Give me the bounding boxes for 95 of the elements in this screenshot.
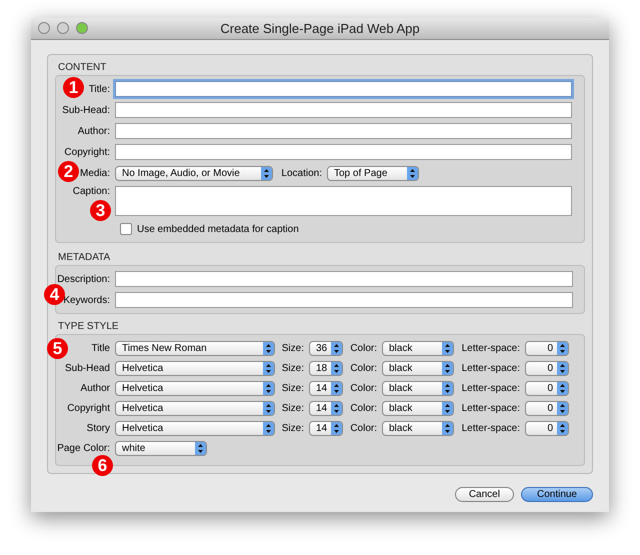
dropdown-arrows-icon	[331, 342, 342, 354]
text-field[interactable]	[115, 102, 572, 118]
media-dropdown[interactable]: No Image, Audio, or Movie	[115, 166, 273, 180]
letter-space-label: Letter-space:	[462, 402, 520, 414]
color-dropdown[interactable]: black	[382, 400, 454, 416]
style-label: Story	[86, 422, 110, 434]
dropdown-arrows-icon	[263, 342, 274, 354]
text-field[interactable]	[115, 123, 572, 139]
style-label: Copyright	[67, 402, 110, 414]
letter-space-label: Letter-space:	[462, 422, 520, 434]
dropdown-arrows-icon	[263, 382, 274, 394]
color-dropdown[interactable]: black	[382, 340, 454, 356]
field-label: Sub-Head:	[62, 104, 110, 116]
dropdown-arrows-icon	[442, 382, 453, 394]
size-stepper[interactable]: 14	[309, 400, 343, 416]
section-heading: CONTENT	[57, 61, 108, 75]
letter-space-label: Letter-space:	[462, 362, 520, 374]
field-label: Page Color:	[57, 442, 110, 454]
dropdown-arrows-icon	[557, 342, 568, 354]
style-label: Sub-Head	[64, 362, 110, 374]
field-label: Author:	[78, 126, 110, 136]
dropdown-arrows-icon	[331, 382, 342, 394]
letter-space-label: Letter-space:	[462, 382, 520, 394]
close-button[interactable]	[38, 22, 50, 34]
dropdown-arrows-icon	[331, 402, 342, 414]
size-label: Size:	[282, 382, 304, 394]
color-dropdown[interactable]: black	[382, 360, 454, 376]
dropdown-arrows-icon	[557, 362, 568, 374]
dropdown-arrows-icon	[263, 422, 274, 434]
field-label: Copyright:	[64, 146, 110, 158]
field-label: Caption:	[72, 186, 110, 197]
font-dropdown[interactable]: Helvetica	[115, 380, 275, 396]
text-field[interactable]	[115, 271, 573, 287]
size-label: Size:	[282, 402, 304, 414]
font-dropdown[interactable]: Helvetica	[115, 400, 275, 416]
color-label: Color:	[350, 382, 377, 394]
field-label: Title:	[88, 84, 110, 94]
dropdown-arrows-icon	[442, 362, 453, 374]
dropdown-arrows-icon	[331, 362, 342, 374]
letter-space-stepper[interactable]: 0	[525, 360, 569, 376]
font-dropdown[interactable]: Helvetica	[115, 360, 275, 376]
color-dropdown[interactable]: black	[382, 380, 454, 396]
location-dropdown[interactable]: Top of Page	[327, 166, 419, 180]
color-dropdown[interactable]: black	[382, 420, 454, 436]
field-label: Media:	[80, 168, 110, 178]
field-label: Keywords:	[63, 294, 110, 306]
checkbox[interactable]	[120, 223, 132, 235]
zoom-button[interactable]	[76, 22, 88, 34]
style-label: Author	[80, 382, 110, 394]
dropdown-arrows-icon	[557, 422, 568, 434]
checkbox-label: Use embedded metadata for caption	[137, 224, 299, 234]
letter-space-stepper[interactable]: 0	[525, 340, 569, 356]
text-field[interactable]	[115, 144, 572, 160]
dropdown-arrows-icon	[331, 422, 342, 434]
letter-space-stepper[interactable]: 0	[525, 420, 569, 436]
style-label: Title	[91, 342, 110, 354]
dropdown-arrows-icon	[557, 382, 568, 394]
letter-space-stepper[interactable]: 0	[525, 400, 569, 416]
dropdown-arrows-icon	[442, 342, 453, 354]
dropdown-arrows-icon	[442, 422, 453, 434]
size-label: Size:	[282, 362, 304, 374]
text-field[interactable]	[115, 292, 573, 308]
font-dropdown[interactable]: Times New Roman	[115, 340, 275, 356]
size-stepper[interactable]: 18	[309, 360, 343, 376]
size-label: Size:	[282, 342, 304, 354]
field-label: Description:	[57, 274, 110, 284]
letter-space-label: Letter-space:	[462, 342, 520, 354]
color-label: Color:	[350, 402, 377, 414]
text-field[interactable]	[115, 81, 572, 97]
cancel-button[interactable]: Cancel	[454, 487, 514, 502]
caption-field[interactable]	[115, 186, 572, 216]
window-title: Create Single-Page iPad Web App	[220, 21, 420, 36]
size-label: Size:	[282, 422, 304, 434]
minimize-button[interactable]	[57, 22, 69, 34]
continue-button[interactable]: Continue	[520, 487, 593, 502]
section-heading: TYPE STYLE	[57, 320, 120, 334]
size-stepper[interactable]: 36	[309, 340, 343, 356]
page-color-dropdown[interactable]: white	[115, 440, 207, 456]
dropdown-arrows-icon	[261, 166, 272, 180]
size-stepper[interactable]: 14	[309, 380, 343, 396]
dropdown-arrows-icon	[407, 166, 418, 180]
dropdown-arrows-icon	[442, 402, 453, 414]
letter-space-stepper[interactable]: 0	[525, 380, 569, 396]
font-dropdown[interactable]: Helvetica	[115, 420, 275, 436]
color-label: Color:	[350, 362, 377, 374]
field-label: Location:	[281, 168, 322, 178]
color-label: Color:	[350, 422, 377, 434]
section-heading: METADATA	[57, 251, 112, 265]
dropdown-arrows-icon	[263, 402, 274, 414]
dropdown-arrows-icon	[263, 362, 274, 374]
dropdown-arrows-icon	[557, 402, 568, 414]
dropdown-arrows-icon	[195, 442, 206, 454]
color-label: Color:	[350, 342, 377, 354]
size-stepper[interactable]: 14	[309, 420, 343, 436]
number-badge: 4	[44, 284, 65, 305]
